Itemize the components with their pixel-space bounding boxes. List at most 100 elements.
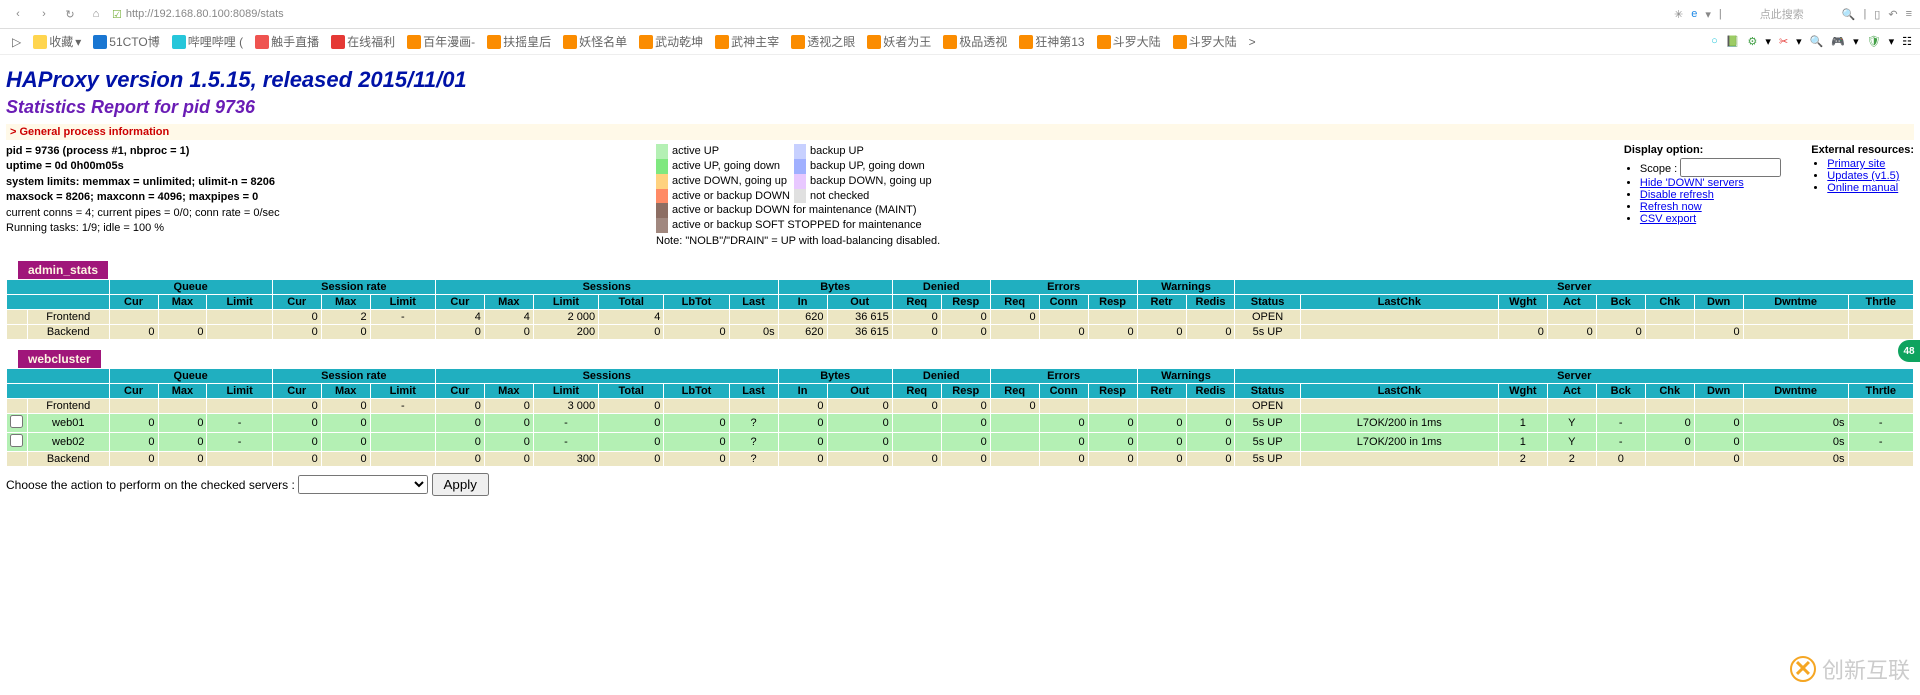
gamepad-icon[interactable]: 🎮 bbox=[1831, 35, 1845, 48]
favicon bbox=[1097, 35, 1111, 49]
e-icon[interactable]: e bbox=[1691, 8, 1697, 20]
bookmark-item[interactable]: 51CTO博 bbox=[89, 31, 163, 52]
bookmarks-bar: ▷ 收藏 ▾ 51CTO博 哔哩哔哩 ( 触手直播 在线福利 百年漫画- 扶摇皇… bbox=[0, 29, 1920, 55]
grid-icon[interactable]: ☷ bbox=[1902, 35, 1912, 48]
share-icon[interactable]: ✳ bbox=[1674, 8, 1683, 21]
bookmark-item[interactable]: 狂神第13 bbox=[1015, 31, 1088, 52]
external-resources-title: External resources: bbox=[1811, 144, 1914, 156]
table-row: Frontend 02- 442 0004 62036 615 00 0 OPE… bbox=[7, 310, 1914, 325]
table-row: web02 00- 00 00-00? 00 0 00 00 5s UPL7OK… bbox=[7, 433, 1914, 452]
bookmark-item[interactable]: 极品透视 bbox=[939, 31, 1011, 52]
divider: | bbox=[1719, 8, 1722, 20]
action-prompt: Choose the action to perform on the chec… bbox=[6, 478, 295, 492]
favicon bbox=[331, 35, 345, 49]
favicon bbox=[867, 35, 881, 49]
url-bar[interactable]: ☑ http://192.168.80.100:8089/stats bbox=[112, 8, 1668, 21]
disable-refresh-link[interactable]: Disable refresh bbox=[1640, 189, 1714, 201]
reload-icon[interactable]: ↻ bbox=[60, 4, 80, 24]
home-icon[interactable]: ⌂ bbox=[86, 4, 106, 24]
panel-icon[interactable]: ▯ bbox=[1874, 8, 1880, 21]
bookmark-more[interactable]: > bbox=[1245, 33, 1260, 51]
stats-table-webcluster: Queue Session rate Sessions Bytes Denied… bbox=[6, 368, 1914, 467]
favicon bbox=[93, 35, 107, 49]
bookmark-expand[interactable]: ▷ bbox=[8, 33, 25, 51]
browser-tools: ○ 📗 ⚙▾ ✂▾ 🔍 🎮▾ 🛡▾ ☷ bbox=[1711, 35, 1912, 48]
favicon bbox=[172, 35, 186, 49]
options-panel: Display option: Scope : Hide 'DOWN' serv… bbox=[1624, 144, 1914, 225]
undo-icon[interactable]: ↶ bbox=[1888, 8, 1897, 21]
bookmark-item[interactable]: 斗罗大陆 bbox=[1093, 31, 1165, 52]
shield-icon: ☑ bbox=[112, 8, 122, 21]
book-icon[interactable]: 📗 bbox=[1726, 35, 1740, 48]
hide-down-link[interactable]: Hide 'DOWN' servers bbox=[1640, 177, 1744, 189]
refresh-now-link[interactable]: Refresh now bbox=[1640, 201, 1702, 213]
page-title: HAProxy version 1.5.15, released 2015/11… bbox=[6, 67, 1914, 93]
section-header: > General process information bbox=[6, 124, 1914, 140]
favicon bbox=[1173, 35, 1187, 49]
favicon bbox=[791, 35, 805, 49]
server-checkbox[interactable] bbox=[10, 415, 23, 428]
chevron-down-icon[interactable]: ▾ bbox=[1705, 8, 1711, 21]
table-row: Backend 00 00 0030000? 00 00 00 00 5s UP… bbox=[7, 452, 1914, 467]
side-badge[interactable]: 48 bbox=[1898, 340, 1920, 362]
bookmark-item[interactable]: 在线福利 bbox=[327, 31, 399, 52]
favicon bbox=[639, 35, 653, 49]
display-option-title: Display option: bbox=[1624, 144, 1781, 156]
proxy-name[interactable]: admin_stats bbox=[18, 261, 108, 279]
favicon bbox=[563, 35, 577, 49]
scissors-icon[interactable]: ✂ bbox=[1779, 35, 1788, 48]
favicon bbox=[715, 35, 729, 49]
page-subtitle: Statistics Report for pid 9736 bbox=[6, 97, 1914, 118]
browser-right-icons: ✳ e ▾ | 点此搜索 🔍 | ▯ ↶ ≡ bbox=[1674, 6, 1912, 22]
watermark-icon: ✕ bbox=[1790, 656, 1816, 682]
bookmark-item[interactable]: 百年漫画- bbox=[403, 31, 479, 52]
forward-icon[interactable]: › bbox=[34, 4, 54, 24]
action-row: Choose the action to perform on the chec… bbox=[6, 473, 1914, 496]
search-icon[interactable]: 🔍 bbox=[1842, 8, 1856, 21]
action-select[interactable] bbox=[298, 475, 428, 494]
table-row: web01 00- 00 00-00? 00 0 00 00 5s UPL7OK… bbox=[7, 414, 1914, 433]
scope-input[interactable] bbox=[1680, 158, 1781, 177]
shield-icon[interactable]: 🛡 bbox=[1867, 35, 1881, 48]
proxy-name[interactable]: webcluster bbox=[18, 350, 101, 368]
favicon bbox=[487, 35, 501, 49]
watermark: ✕ 创新互联 bbox=[1790, 653, 1910, 685]
bookmark-fav[interactable]: 收藏 ▾ bbox=[29, 31, 85, 52]
process-info: pid = 9736 (process #1, nbproc = 1) upti… bbox=[6, 144, 656, 236]
bookmark-item[interactable]: 斗罗大陆 bbox=[1169, 31, 1241, 52]
browser-toolbar: ‹ › ↻ ⌂ ☑ http://192.168.80.100:8089/sta… bbox=[0, 0, 1920, 29]
server-checkbox[interactable] bbox=[10, 434, 23, 447]
bookmark-item[interactable]: 触手直播 bbox=[251, 31, 323, 52]
search-placeholder[interactable]: 点此搜索 bbox=[1730, 6, 1834, 22]
url-text: http://192.168.80.100:8089/stats bbox=[126, 8, 284, 20]
bookmark-item[interactable]: 妖怪名单 bbox=[559, 31, 631, 52]
online-manual-link[interactable]: Online manual bbox=[1827, 182, 1898, 194]
star-icon bbox=[33, 35, 47, 49]
primary-site-link[interactable]: Primary site bbox=[1827, 158, 1885, 170]
menu-icon[interactable]: ≡ bbox=[1906, 8, 1912, 20]
info-row: pid = 9736 (process #1, nbproc = 1) upti… bbox=[6, 144, 1914, 247]
bookmark-item[interactable]: 哔哩哔哩 ( bbox=[168, 31, 247, 52]
bookmark-item[interactable]: 扶摇皇后 bbox=[483, 31, 555, 52]
bookmark-item[interactable]: 妖者为王 bbox=[863, 31, 935, 52]
favicon bbox=[407, 35, 421, 49]
table-row: Backend 00 00 00200000s 62036 615 00 00 … bbox=[7, 325, 1914, 340]
csv-export-link[interactable]: CSV export bbox=[1640, 213, 1696, 225]
legend: active UPbackup UP active UP, going down… bbox=[656, 144, 940, 247]
bookmark-item[interactable]: 武动乾坤 bbox=[635, 31, 707, 52]
apply-button[interactable] bbox=[432, 473, 489, 496]
stats-table-admin: Queue Session rate Sessions Bytes Denied… bbox=[6, 279, 1914, 340]
table-row: Frontend 00- 003 0000 00 00 0 OPEN bbox=[7, 399, 1914, 414]
search-icon[interactable]: 🔍 bbox=[1810, 35, 1824, 48]
chevron-down-icon: ▾ bbox=[75, 35, 81, 49]
divider: | bbox=[1863, 8, 1866, 20]
favicon bbox=[255, 35, 269, 49]
bookmark-item[interactable]: 透视之眼 bbox=[787, 31, 859, 52]
circle-icon[interactable]: ○ bbox=[1711, 35, 1718, 48]
bookmark-item[interactable]: 武神主宰 bbox=[711, 31, 783, 52]
favicon bbox=[1019, 35, 1033, 49]
page-content: HAProxy version 1.5.15, released 2015/11… bbox=[0, 55, 1920, 510]
tool-icon[interactable]: ⚙ bbox=[1748, 35, 1758, 48]
updates-link[interactable]: Updates (v1.5) bbox=[1827, 170, 1899, 182]
back-icon[interactable]: ‹ bbox=[8, 4, 28, 24]
